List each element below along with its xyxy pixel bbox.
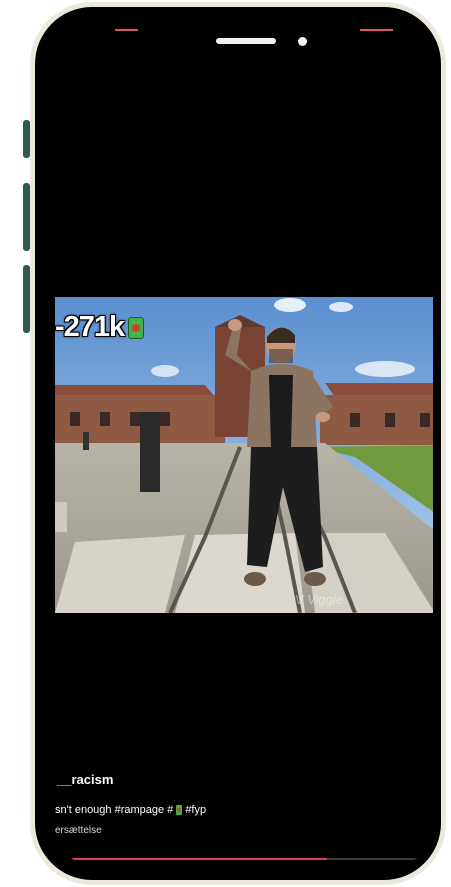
notch bbox=[138, 7, 360, 64]
playback-progress-fill bbox=[55, 858, 328, 860]
phone-mockup-stage: -271k V Viggle __racism sn't enough #ram… bbox=[0, 0, 451, 887]
video-player[interactable]: -271k V Viggle bbox=[55, 297, 433, 613]
post-caption: __racism sn't enough #rampage # #fyp ers… bbox=[55, 772, 433, 836]
overlay-count-text: -271k bbox=[55, 311, 125, 343]
app-screen[interactable]: -271k V Viggle __racism sn't enough #ram… bbox=[55, 29, 433, 866]
username[interactable]: __racism bbox=[57, 772, 433, 787]
action-button bbox=[23, 120, 30, 158]
playback-progress-bar[interactable] bbox=[55, 858, 433, 860]
phone-bezel: -271k V Viggle __racism sn't enough #ram… bbox=[35, 7, 441, 880]
front-camera bbox=[298, 37, 307, 46]
video-frame bbox=[55, 297, 433, 613]
watermark: V Viggle bbox=[294, 592, 343, 607]
soda-can-icon bbox=[128, 316, 145, 339]
post-description[interactable]: sn't enough #rampage # #fyp bbox=[55, 804, 433, 816]
volume-up-button bbox=[23, 183, 30, 251]
phone-frame: -271k V Viggle __racism sn't enough #ram… bbox=[30, 2, 446, 885]
speaker-grille bbox=[216, 38, 276, 44]
soda-can-icon bbox=[176, 805, 183, 815]
volume-down-button bbox=[23, 265, 30, 333]
see-translation-link[interactable]: ersættelse bbox=[55, 825, 433, 836]
hashtag-fyp[interactable]: #fyp bbox=[185, 804, 206, 816]
video-text-overlay: -271k bbox=[55, 311, 145, 344]
description-text: sn't enough #rampage # bbox=[55, 804, 174, 816]
